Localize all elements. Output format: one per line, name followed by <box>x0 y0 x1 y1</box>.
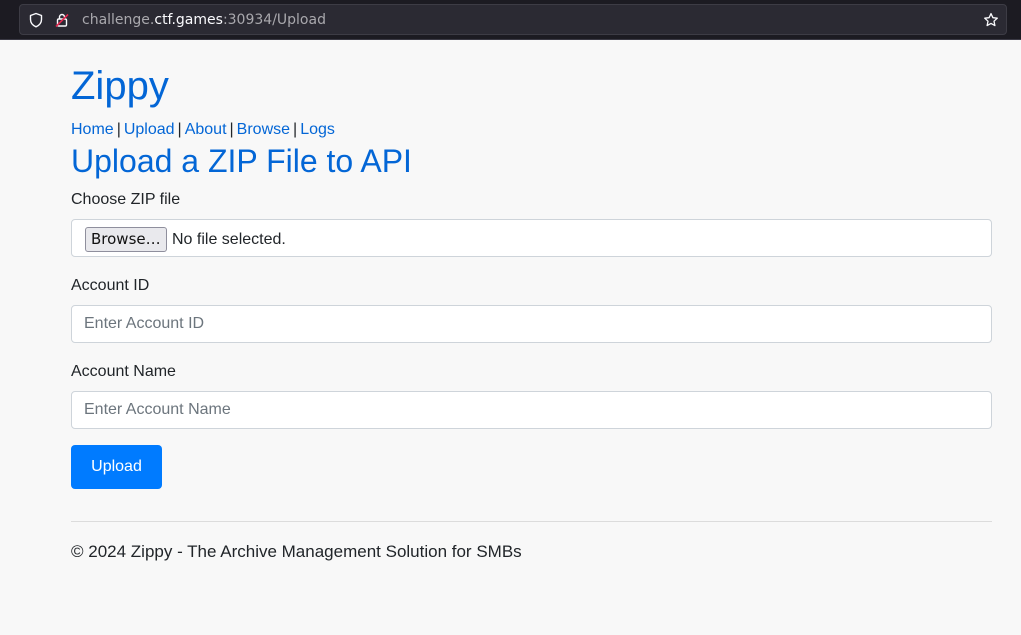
lock-warning-icon[interactable] <box>54 12 70 28</box>
nav-separator: | <box>229 121 234 138</box>
nav-separator: | <box>293 121 298 138</box>
star-icon[interactable] <box>983 12 999 28</box>
account-id-label: Account ID <box>71 277 150 294</box>
address-bar[interactable]: challenge.ctf.games:30934/Upload <box>19 4 1007 35</box>
footer-text: © 2024 Zippy - The Archive Management So… <box>71 542 522 561</box>
url-text: challenge.ctf.games:30934/Upload <box>82 12 326 29</box>
account-id-input[interactable] <box>71 305 992 343</box>
upload-button[interactable]: Upload <box>71 445 162 489</box>
footer-divider <box>71 521 992 522</box>
nav-link-upload[interactable]: Upload <box>124 121 175 138</box>
account-name-label: Account Name <box>71 363 176 380</box>
url-prefix: challenge. <box>82 12 155 28</box>
nav-link-logs[interactable]: Logs <box>300 121 335 138</box>
nav-separator: | <box>177 121 182 138</box>
nav-separator: | <box>116 121 121 138</box>
page-title: Upload a ZIP File to API <box>71 143 412 179</box>
account-name-input[interactable] <box>71 391 992 429</box>
nav-link-about[interactable]: About <box>185 121 227 138</box>
file-status-text: No file selected. <box>172 231 286 248</box>
url-suffix: :30934/Upload <box>222 12 326 28</box>
url-host: ctf.games <box>154 12 223 28</box>
browse-button[interactable]: Browse… <box>85 227 167 252</box>
site-brand: Zippy <box>71 64 169 108</box>
shield-icon[interactable] <box>28 12 44 28</box>
nav-link-home[interactable]: Home <box>71 121 114 138</box>
zip-file-input[interactable]: Browse… No file selected. <box>71 219 992 257</box>
main-nav: Home | Upload | About | Browse | Logs <box>71 120 335 140</box>
browser-toolbar: challenge.ctf.games:30934/Upload <box>0 0 1021 40</box>
nav-link-browse[interactable]: Browse <box>237 121 290 138</box>
zip-file-label: Choose ZIP file <box>71 191 181 208</box>
